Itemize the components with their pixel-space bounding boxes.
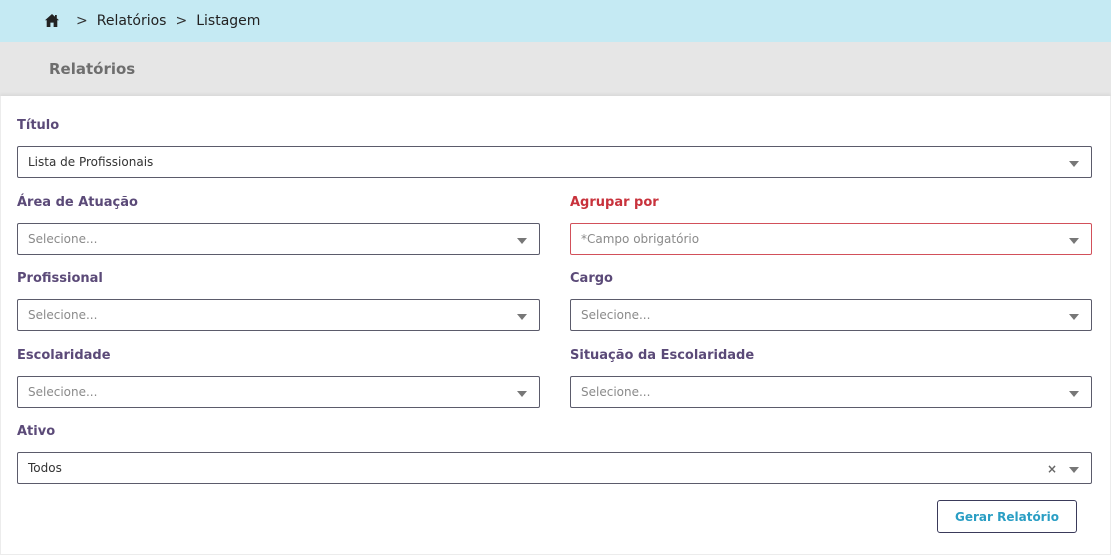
breadcrumb-link-relatorios[interactable]: Relatórios: [97, 13, 167, 29]
agrupar-por-placeholder: *Campo obrigatório: [581, 232, 700, 246]
chevron-down-icon[interactable]: [1069, 391, 1079, 397]
escolaridade-placeholder: Selecione...: [28, 385, 98, 399]
agrupar-por-label: Agrupar por: [570, 195, 659, 210]
ativo-value: Todos: [28, 461, 62, 475]
area-atuacao-select[interactable]: Selecione...: [17, 223, 540, 255]
cargo-placeholder: Selecione...: [581, 308, 651, 322]
chevron-down-icon[interactable]: [1069, 467, 1079, 473]
chevron-down-icon[interactable]: [1069, 238, 1079, 244]
chevron-down-icon[interactable]: [517, 391, 527, 397]
situacao-escolaridade-select[interactable]: Selecione...: [570, 376, 1092, 408]
page-title: Relatórios: [49, 60, 136, 78]
breadcrumb: > Relatórios > Listagem: [0, 0, 1111, 42]
chevron-down-icon[interactable]: [517, 238, 527, 244]
situacao-escolaridade-label: Situação da Escolaridade: [570, 348, 755, 363]
area-atuacao-label: Área de Atuação: [17, 195, 138, 210]
profissional-select[interactable]: Selecione...: [17, 299, 540, 331]
titulo-label: Título: [17, 118, 60, 133]
generate-report-button[interactable]: Gerar Relatório: [937, 500, 1077, 533]
breadcrumb-separator: >: [175, 13, 188, 29]
cargo-label: Cargo: [570, 271, 613, 286]
home-icon[interactable]: [45, 14, 59, 28]
chevron-down-icon[interactable]: [1069, 314, 1079, 320]
profissional-placeholder: Selecione...: [28, 308, 98, 322]
breadcrumb-current: Listagem: [196, 13, 261, 29]
ativo-select[interactable]: Todos ×: [17, 452, 1092, 484]
ativo-label: Ativo: [17, 424, 56, 439]
escolaridade-label: Escolaridade: [17, 348, 111, 363]
titulo-value: Lista de Profissionais: [28, 155, 154, 169]
cargo-select[interactable]: Selecione...: [570, 299, 1092, 331]
chevron-down-icon[interactable]: [517, 314, 527, 320]
profissional-label: Profissional: [17, 271, 103, 286]
titulo-select[interactable]: Lista de Profissionais: [17, 146, 1092, 178]
area-atuacao-placeholder: Selecione...: [28, 232, 98, 246]
clear-icon[interactable]: ×: [1047, 462, 1057, 476]
breadcrumb-separator: >: [76, 13, 88, 29]
escolaridade-select[interactable]: Selecione...: [17, 376, 540, 408]
chevron-down-icon[interactable]: [1069, 161, 1079, 167]
agrupar-por-select[interactable]: *Campo obrigatório: [570, 223, 1092, 255]
page-header: Relatórios: [0, 42, 1111, 96]
situacao-escolaridade-placeholder: Selecione...: [581, 385, 651, 399]
